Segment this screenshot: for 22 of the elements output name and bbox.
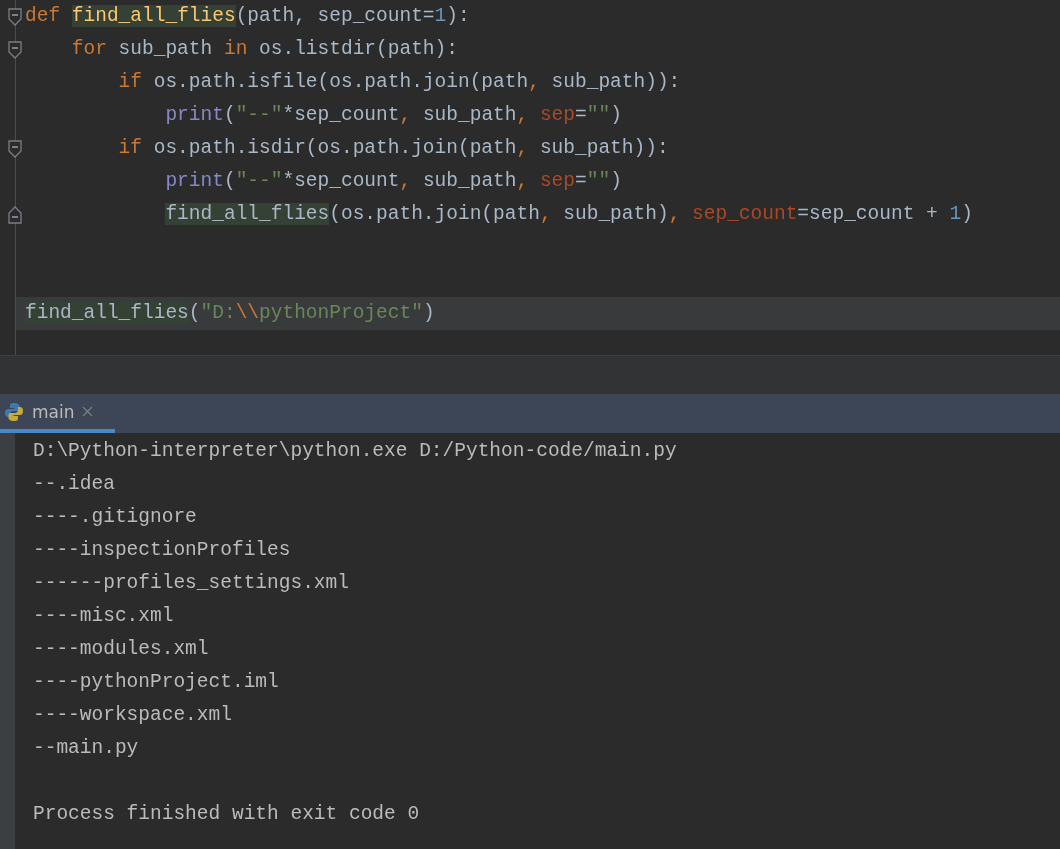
console-line: --main.py: [33, 736, 140, 761]
console-line: ----.gitignore: [33, 505, 198, 530]
console-line: ----workspace.xml: [33, 703, 233, 728]
console-line: ----pythonProject.iml: [33, 670, 280, 695]
code-line: print("--"*sep_count, sub_path, sep=""): [164, 103, 623, 128]
process-status: Process finished with exit code 0: [33, 802, 421, 827]
fold-icon[interactable]: [8, 205, 22, 224]
console-line: --.idea: [33, 472, 116, 497]
code-line: if os.path.isdir(os.path.join(path, sub_path)):: [117, 136, 670, 161]
console-line: ------profiles_settings.xml: [33, 571, 350, 596]
console-line: ----inspectionProfiles: [33, 538, 292, 563]
code-line: for sub_path in os.listdir(path):: [70, 37, 459, 62]
fold-icon[interactable]: [8, 139, 22, 158]
code-line: print("--"*sep_count, sub_path, sep=""): [164, 169, 623, 194]
python-icon: [4, 401, 24, 422]
console-line: ----modules.xml: [33, 637, 210, 662]
fold-icon[interactable]: [8, 40, 22, 59]
console-line: D:\Python-interpreter\python.exe D:/Python-code/main.py: [33, 439, 677, 464]
console-line: ----misc.xml: [33, 604, 175, 629]
close-icon[interactable]: [82, 406, 94, 417]
fold-icon[interactable]: [8, 7, 22, 26]
code-line: if os.path.isfile(os.path.join(path, sub_path)):: [117, 70, 682, 95]
